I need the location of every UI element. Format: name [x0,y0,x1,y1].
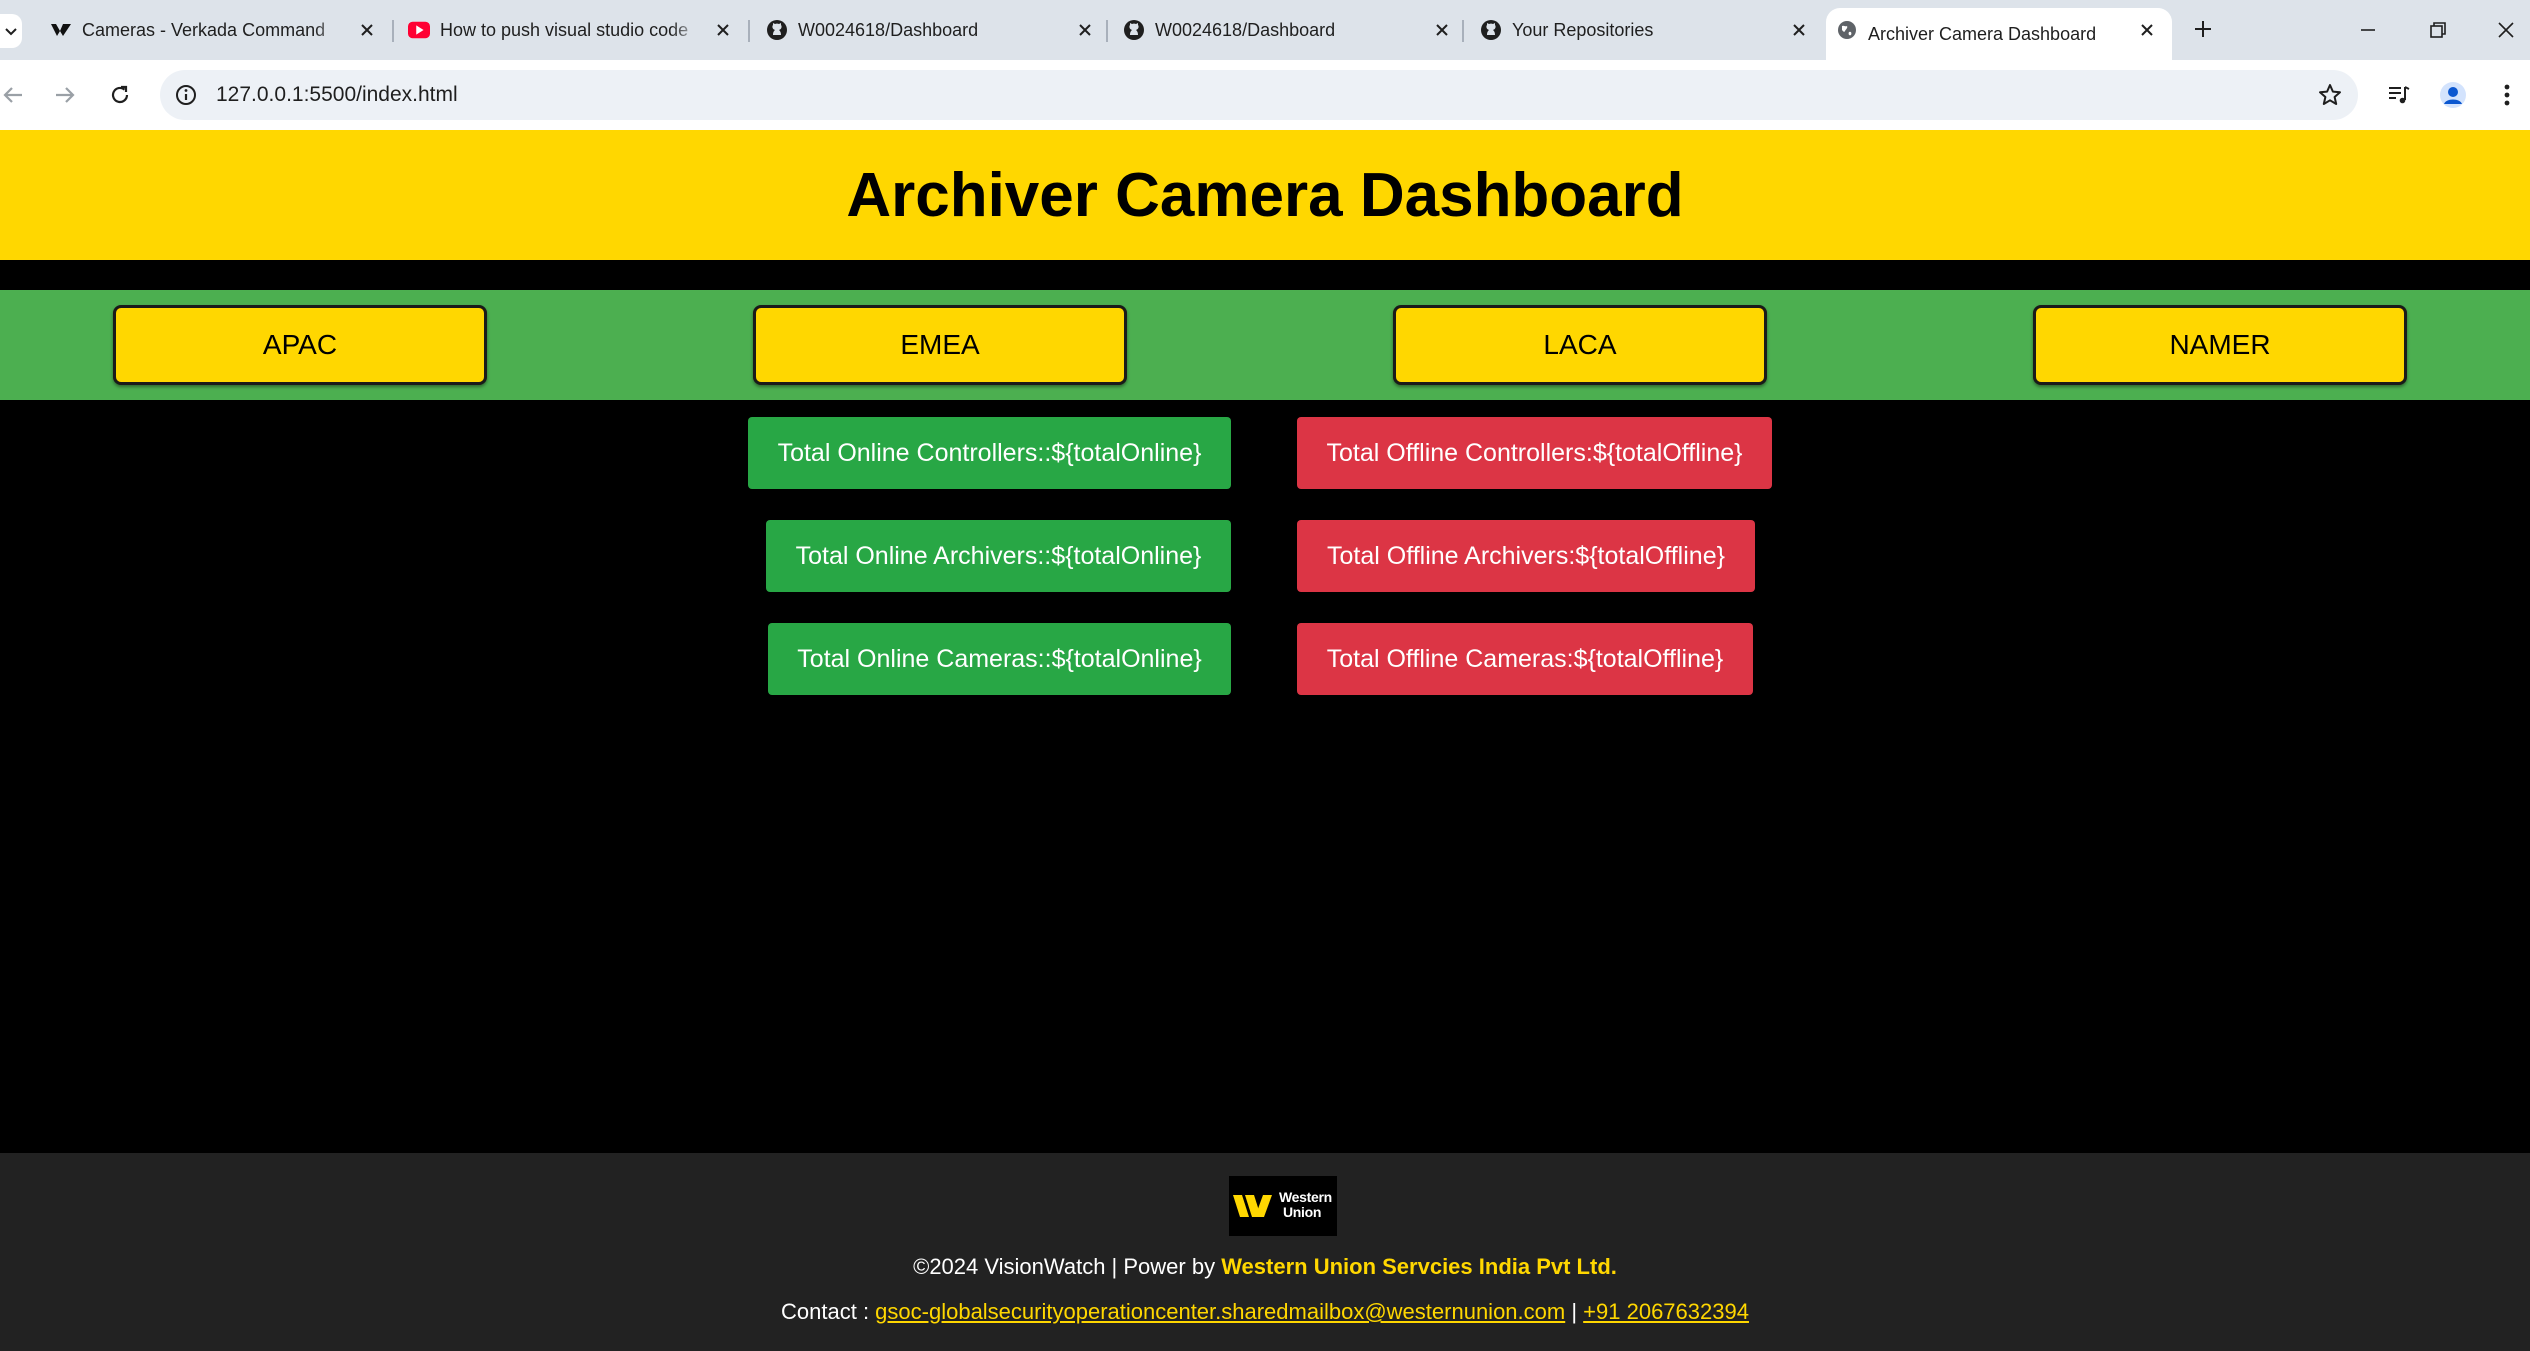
tab-title: W0024618/Dashboard [798,19,979,40]
github-icon [1123,19,1145,41]
new-tab-button[interactable] [2188,14,2218,44]
western-union-logo: Western Union [1229,1176,1337,1236]
minimize-button[interactable] [2348,10,2388,50]
close-icon[interactable] [1074,19,1096,41]
tab-title: Cameras - Verkada Command [82,19,326,40]
more-vertical-icon [2504,84,2510,106]
tab-search-button[interactable] [0,14,22,48]
profile-button[interactable] [2434,76,2472,114]
avatar-icon [2440,82,2466,108]
region-button-namer[interactable]: NAMER [2033,305,2407,385]
tab-title: Your Repositories [1512,19,1654,40]
browser-tab[interactable]: W0024618/Dashboard [1113,8,1467,52]
minimize-icon [2361,29,2375,31]
email-link[interactable]: gsoc-globalsecurityoperationcenter.share… [875,1299,1565,1324]
offline-controllers-card[interactable]: Total Offline Controllers:${totalOffline… [1297,417,1772,489]
chevron-down-icon [5,28,17,36]
restore-icon [2430,22,2446,38]
close-icon[interactable] [2136,19,2158,41]
company-name: Western Union Servcies India Pvt Ltd. [1221,1254,1617,1279]
western-union-mark-icon [1233,1195,1272,1217]
region-button-laca[interactable]: LACA [1393,305,1767,385]
offline-cameras-card[interactable]: Total Offline Cameras:${totalOffline} [1297,623,1753,695]
url-text[interactable]: 127.0.0.1:5500/index.html [216,83,458,107]
tab-title: W0024618/Dashboard [1155,19,1336,40]
contact-separator: | [1565,1299,1584,1324]
close-icon [2498,22,2514,38]
tab-separator [748,20,750,42]
globe-icon [1836,19,1858,41]
restore-button[interactable] [2418,10,2458,50]
region-button-apac[interactable]: APAC [113,305,487,385]
page-header: Archiver Camera Dashboard [0,130,2530,260]
browser-tab-active[interactable]: Archiver Camera Dashboard [1826,8,2172,60]
offline-archivers-card[interactable]: Total Offline Archivers:${totalOffline} [1297,520,1755,592]
back-button[interactable] [0,76,32,114]
address-bar[interactable]: 127.0.0.1:5500/index.html [160,70,2358,120]
github-icon [1480,19,1502,41]
reload-button[interactable] [101,76,139,114]
close-icon[interactable] [1788,19,1810,41]
copyright-text: ©2024 VisionWatch | Power by Western Uni… [913,1254,1617,1279]
contact-line: Contact : gsoc-globalsecurityoperationce… [0,1299,2530,1325]
playlist-music-icon [2389,86,2410,104]
info-icon[interactable] [174,83,198,107]
online-controllers-card[interactable]: Total Online Controllers::${totalOnline} [748,417,1231,489]
tab-title: Archiver Camera Dashboard [1868,23,2097,44]
plus-icon [2195,21,2211,37]
page-content: Archiver Camera Dashboard APAC EMEA LACA… [0,130,2530,1351]
close-icon[interactable] [712,19,734,41]
window-close-button[interactable] [2486,10,2526,50]
browser-tab[interactable]: Your Repositories [1470,8,1824,52]
github-icon [766,19,788,41]
arrow-right-icon [56,87,75,103]
tab-title: How to push visual studio code [440,19,689,40]
close-icon[interactable] [356,19,378,41]
browser-tab[interactable]: Cameras - Verkada Command [40,8,392,52]
media-control-button[interactable] [2380,76,2418,114]
bookmark-star-icon[interactable] [2316,81,2344,109]
logo-text: Western Union [1279,1189,1332,1220]
close-icon[interactable] [1431,19,1453,41]
youtube-icon [408,19,430,41]
region-button-emea[interactable]: EMEA [753,305,1127,385]
phone-link[interactable]: +91 2067632394 [1583,1299,1749,1324]
browser-tab[interactable]: How to push visual studio code [398,8,748,52]
browser-menu-button[interactable] [2488,76,2526,114]
online-cameras-card[interactable]: Total Online Cameras::${totalOnline} [768,623,1231,695]
page-footer: Western Union ©2024 VisionWatch | Power … [0,1153,2530,1351]
page-title: Archiver Camera Dashboard [846,160,1684,230]
online-archivers-card[interactable]: Total Online Archivers::${totalOnline} [766,520,1231,592]
browser-tab[interactable]: W0024618/Dashboard [756,8,1110,52]
region-navigation: APAC EMEA LACA NAMER [0,290,2530,400]
forward-button[interactable] [46,76,84,114]
reload-icon [111,85,129,104]
verkada-icon [50,19,72,41]
arrow-left-icon [3,87,22,103]
tab-separator [392,20,394,42]
contact-label: Contact : [781,1299,876,1324]
browser-toolbar: 127.0.0.1:5500/index.html [0,60,2530,130]
tab-separator [1106,20,1108,42]
tab-separator [1462,20,1464,42]
browser-tab-strip: Cameras - Verkada Command How to push vi… [0,0,2530,60]
